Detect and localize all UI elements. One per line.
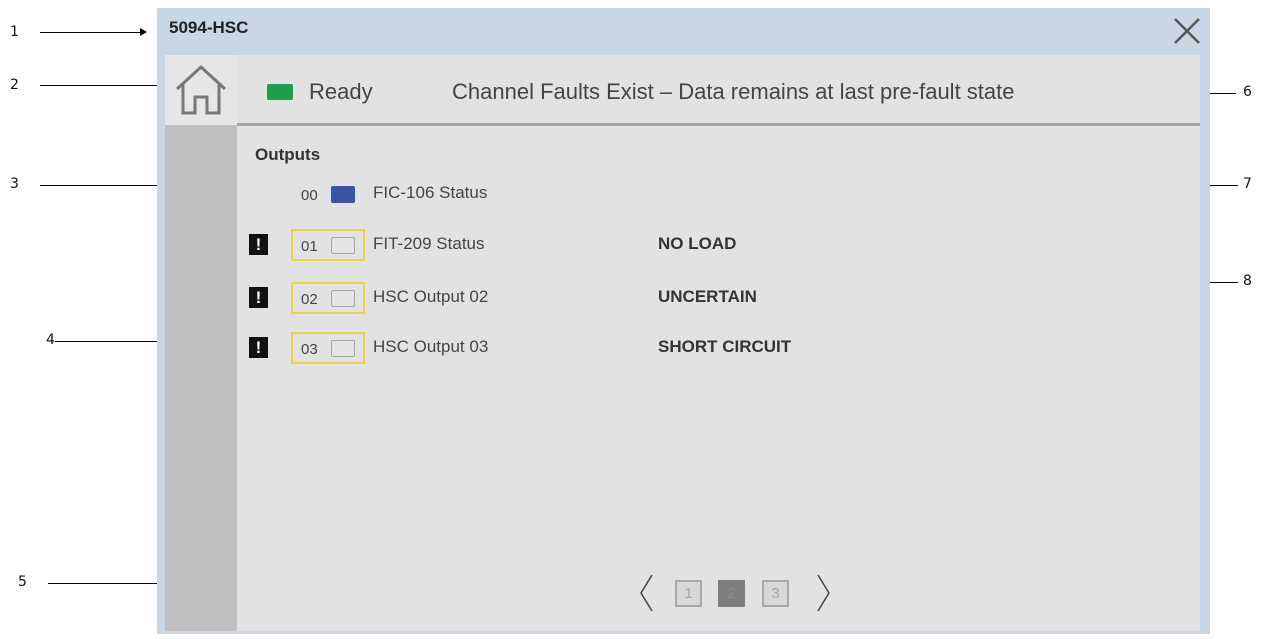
channel-state: NO LOAD	[658, 234, 737, 253]
home-icon	[175, 64, 227, 115]
channel-indicator	[331, 340, 355, 357]
status-bar: Ready Channel Faults Exist – Data remain…	[237, 55, 1200, 126]
callout-3: 3	[10, 176, 19, 192]
sidebar	[165, 55, 237, 631]
outputs-label: Outputs	[255, 145, 321, 164]
faceplate-window: 5094-HSC Ready Channel Faults Exist – Da…	[157, 8, 1210, 634]
status-text: Ready	[309, 79, 373, 104]
channel-indicator-group[interactable]: 02	[291, 282, 365, 314]
channel-indicator-group[interactable]: 01	[291, 229, 365, 261]
fault-alert-icon[interactable]: !	[249, 337, 268, 358]
next-page-button[interactable]	[813, 573, 833, 613]
chevron-right-icon	[817, 574, 830, 612]
fault-alert-icon[interactable]: !	[249, 287, 268, 308]
home-button[interactable]	[165, 55, 237, 125]
channel-indicator-group[interactable]: 00	[291, 178, 365, 210]
channel-indicator	[331, 290, 355, 307]
close-icon	[1174, 18, 1200, 44]
title-bar: 5094-HSC	[157, 8, 1210, 55]
callout-6: 6	[1243, 84, 1252, 100]
fault-alert-icon[interactable]: !	[249, 234, 268, 255]
channel-state: SHORT CIRCUIT	[658, 337, 792, 356]
channel-number: 00	[301, 187, 318, 204]
page-button-1[interactable]: 1	[675, 580, 702, 607]
page-button-3[interactable]: 3	[762, 580, 789, 607]
page-button-2[interactable]: 2	[718, 580, 745, 607]
channel-row-01: ! 01 FIT-209 Status NO LOAD	[237, 228, 1200, 262]
callout-7: 7	[1243, 176, 1252, 192]
pagination: 1 2 3	[637, 573, 837, 613]
status-led	[267, 84, 293, 100]
chevron-left-icon	[640, 574, 653, 612]
channel-number: 02	[301, 291, 318, 308]
channel-label: FIC-106 Status	[373, 183, 488, 202]
channel-label: HSC Output 02	[373, 287, 489, 306]
channel-label: FIT-209 Status	[373, 234, 485, 253]
channel-row-02: ! 02 HSC Output 02 UNCERTAIN	[237, 281, 1200, 315]
fault-message: Channel Faults Exist – Data remains at l…	[452, 79, 1015, 104]
channel-number: 03	[301, 341, 318, 358]
channel-row-00: 00 FIC-106 Status	[237, 177, 1200, 211]
callout-2: 2	[10, 77, 19, 93]
close-button[interactable]	[1172, 16, 1202, 46]
callout-1-arrowhead	[140, 28, 147, 36]
channel-indicator	[331, 237, 355, 254]
status-divider	[237, 123, 1200, 126]
channel-number: 01	[301, 238, 318, 255]
callout-5: 5	[18, 574, 27, 590]
faceplate-title: 5094-HSC	[169, 18, 249, 37]
callout-1-line	[40, 32, 140, 33]
prev-page-button[interactable]	[637, 573, 657, 613]
callout-8: 8	[1243, 273, 1252, 289]
channel-indicator-group[interactable]: 03	[291, 332, 365, 364]
channel-state: UNCERTAIN	[658, 287, 757, 306]
channel-row-03: ! 03 HSC Output 03 SHORT CIRCUIT	[237, 331, 1200, 365]
callout-4: 4	[46, 332, 55, 348]
content-panel: Ready Channel Faults Exist – Data remain…	[237, 55, 1200, 631]
callout-1: 1	[10, 24, 19, 40]
channel-indicator	[331, 186, 355, 203]
channel-label: HSC Output 03	[373, 337, 489, 356]
